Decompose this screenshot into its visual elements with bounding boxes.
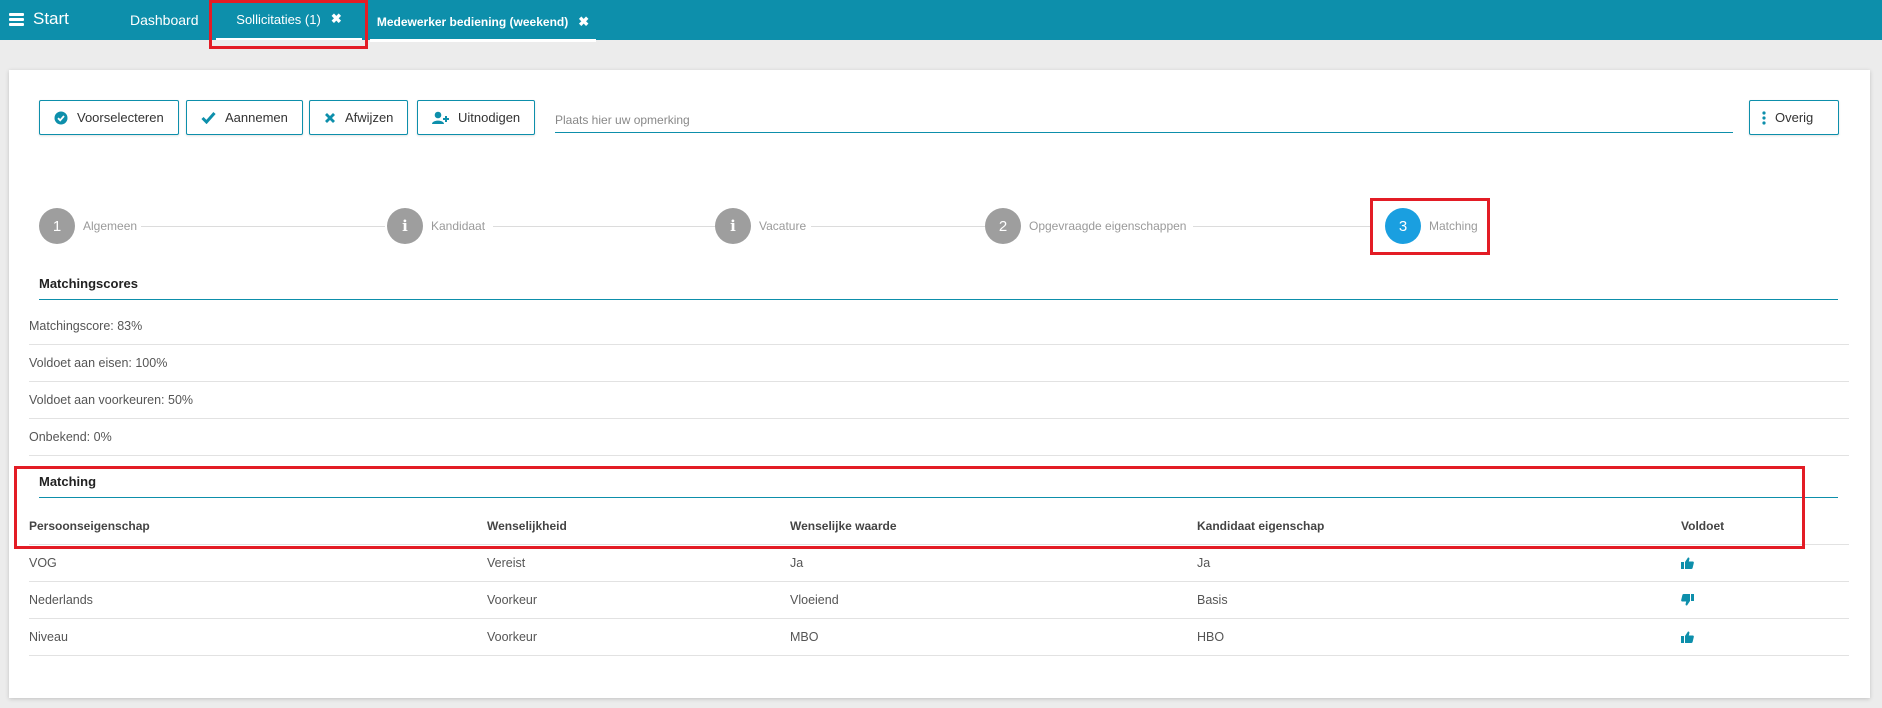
step-badge: 3 <box>1385 208 1421 244</box>
score-text: Voldoet aan voorkeuren: 50% <box>29 393 194 407</box>
cell-kandidaat: Basis <box>1197 593 1228 607</box>
user-plus-icon <box>432 111 449 125</box>
step-label: Opgevraagde eigenschappen <box>1029 219 1187 233</box>
tab-dashboard[interactable]: Dashboard <box>130 0 199 40</box>
step-matching[interactable]: 3 Matching <box>1385 208 1478 244</box>
table-row: VOG Vereist Ja Ja <box>29 545 1849 582</box>
tab-sollicitaties[interactable]: Sollicitaties (1) ✖ <box>216 0 362 40</box>
check-circle-icon <box>54 111 68 125</box>
step-label: Matching <box>1429 219 1478 233</box>
vertical-dots-icon <box>1762 110 1766 125</box>
cell-wenselijkheid: Voorkeur <box>487 630 538 644</box>
score-row: Matchingscore: 83% <box>29 308 1849 345</box>
top-navigation-bar: Start Dashboard Sollicitaties (1) ✖ Mede… <box>0 0 1882 42</box>
aannemen-button[interactable]: Aannemen <box>186 100 303 135</box>
stepper-connector <box>493 226 717 227</box>
tab-sollicitaties-label: Sollicitaties (1) <box>236 11 321 27</box>
cell-wenselijkheid: Vereist <box>487 556 526 570</box>
score-text: Matchingscore: 83% <box>29 319 143 333</box>
step-vacature[interactable]: i Vacature <box>715 208 806 244</box>
stepper-connector <box>1193 226 1373 227</box>
score-text: Onbekend: 0% <box>29 430 112 444</box>
score-row: Voldoet aan voorkeuren: 50% <box>29 382 1849 419</box>
step-algemeen[interactable]: 1 Algemeen <box>39 208 137 244</box>
start-label: Start <box>33 9 69 28</box>
cell-waarde: Ja <box>790 556 804 570</box>
step-label: Vacature <box>759 219 807 233</box>
overig-label: Overig <box>1775 110 1814 125</box>
voorselecteren-label: Voorselecteren <box>77 110 164 125</box>
cell-eigenschap: VOG <box>29 556 57 570</box>
stepper-connector <box>811 226 985 227</box>
cell-eigenschap: Nederlands <box>29 593 93 607</box>
afwijzen-label: Afwijzen <box>345 110 394 125</box>
step-label: Algemeen <box>83 219 138 233</box>
step-label: Kandidaat <box>431 219 486 233</box>
uitnodigen-label: Uitnodigen <box>458 110 521 125</box>
thumbs-up-icon <box>1681 631 1694 643</box>
thumbs-up-icon <box>1681 557 1694 569</box>
start-menu-button[interactable]: Start <box>9 9 69 29</box>
cell-wenselijkheid: Voorkeur <box>487 593 538 607</box>
table-row: Nederlands Voorkeur Vloeiend Basis <box>29 582 1849 619</box>
cell-waarde: MBO <box>790 630 819 644</box>
info-icon: i <box>387 208 423 244</box>
step-opgevraagde-eigenschappen[interactable]: 2 Opgevraagde eigenschappen <box>985 208 1186 244</box>
matching-table-header: Persoonseigenschap Wenselijkheid Wenseli… <box>29 508 1849 545</box>
afwijzen-button[interactable]: Afwijzen <box>309 100 409 135</box>
tab-medewerker-bediening[interactable]: Medewerker bediening (weekend) ✖ <box>370 4 596 42</box>
column-header: Wenselijkheid <box>487 519 567 533</box>
main-panel: Voorselecteren Aannemen Afwijzen Uitnodi… <box>9 70 1870 698</box>
matching-title: Matching <box>39 474 1838 498</box>
info-icon: i <box>715 208 751 244</box>
hamburger-menu-icon <box>9 12 24 26</box>
close-tab-icon[interactable]: ✖ <box>578 14 589 30</box>
voorselecteren-button[interactable]: Voorselecteren <box>39 100 179 135</box>
column-header: Persoonseigenschap <box>29 519 150 533</box>
column-header: Kandidaat eigenschap <box>1197 519 1325 533</box>
cell-waarde: Vloeiend <box>790 593 839 607</box>
stepper-connector <box>141 226 385 227</box>
score-text: Voldoet aan eisen: 100% <box>29 356 168 370</box>
uitnodigen-button[interactable]: Uitnodigen <box>417 100 536 135</box>
table-row: Niveau Voorkeur MBO HBO <box>29 619 1849 656</box>
cell-kandidaat: HBO <box>1197 630 1225 644</box>
aannemen-label: Aannemen <box>225 110 288 125</box>
cell-kandidaat: Ja <box>1197 556 1211 570</box>
score-row: Voldoet aan eisen: 100% <box>29 345 1849 382</box>
x-icon <box>324 112 336 124</box>
step-badge: 1 <box>39 208 75 244</box>
matchingscores-title: Matchingscores <box>39 276 1838 300</box>
remark-input[interactable] <box>555 108 1733 133</box>
close-tab-icon[interactable]: ✖ <box>331 11 342 27</box>
column-header: Wenselijke waarde <box>790 519 897 533</box>
thumbs-down-icon <box>1681 594 1694 606</box>
overig-button[interactable]: Overig <box>1749 100 1839 135</box>
step-badge: 2 <box>985 208 1021 244</box>
score-row: Onbekend: 0% <box>29 419 1849 456</box>
tab-dashboard-label: Dashboard <box>130 12 199 28</box>
checkmark-icon <box>201 111 216 124</box>
step-kandidaat[interactable]: i Kandidaat <box>387 208 485 244</box>
column-header: Voldoet <box>1681 519 1725 533</box>
tab-medewerker-label: Medewerker bediening (weekend) <box>376 14 569 29</box>
cell-eigenschap: Niveau <box>29 630 68 644</box>
